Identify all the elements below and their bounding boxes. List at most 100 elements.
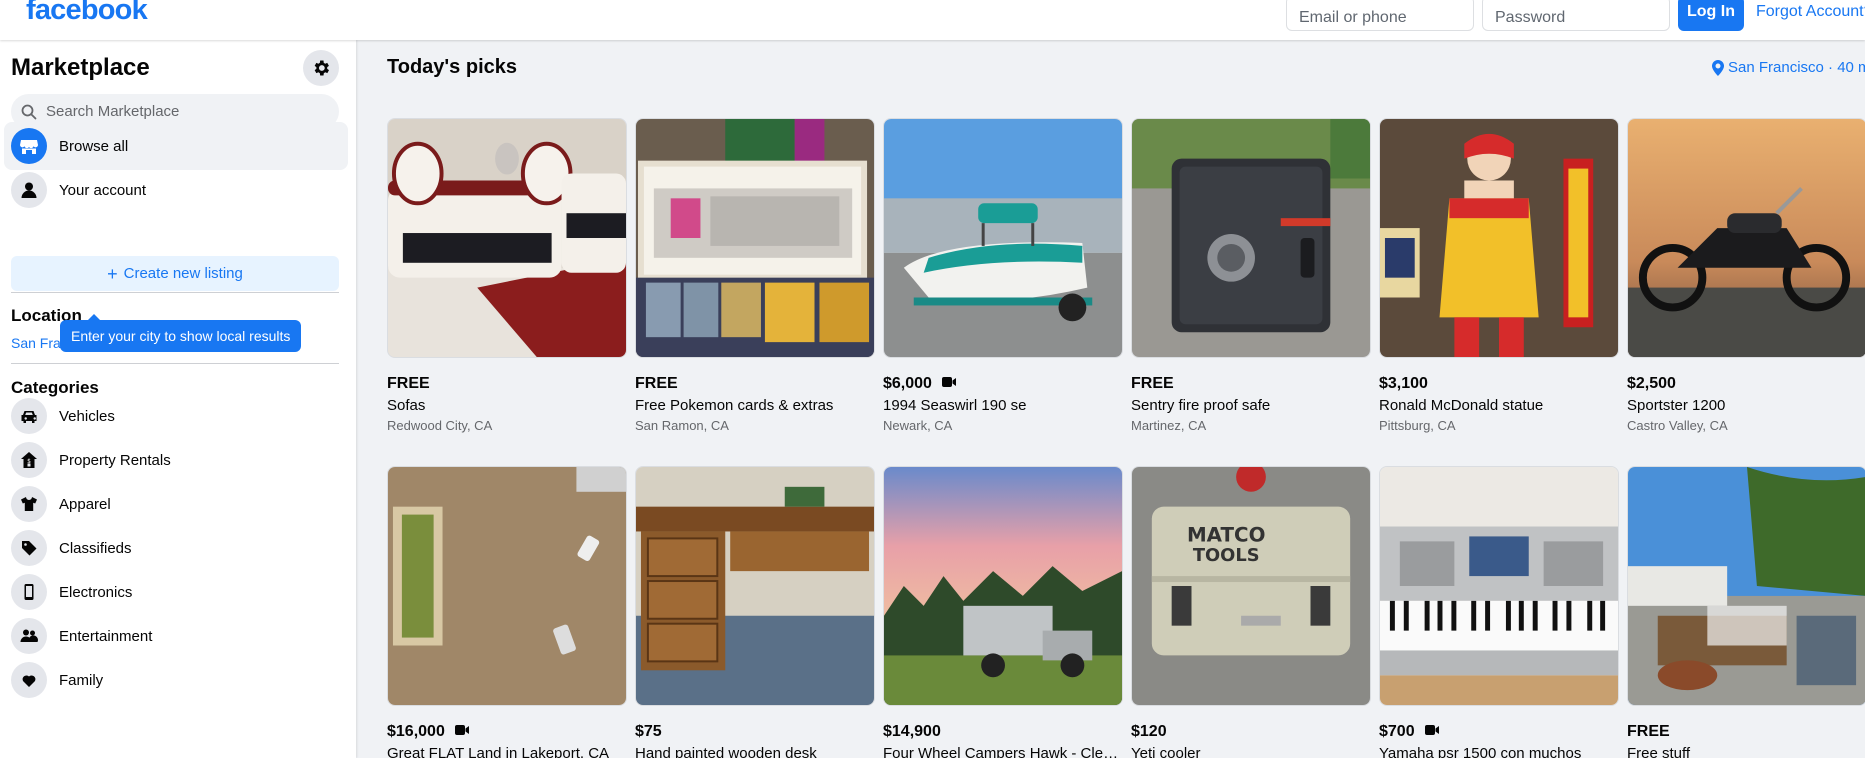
listing-card[interactable]: $6,000 1994 Seaswirl 190 se Newark, CA	[883, 118, 1123, 433]
listing-title: Yeti cooler	[1131, 745, 1201, 758]
listing-image[interactable]	[883, 466, 1123, 706]
location-filter[interactable]: San Francisco · 40 mi	[1711, 59, 1865, 76]
category-vehicles[interactable]: Vehicles	[4, 392, 348, 440]
car-icon	[11, 398, 47, 434]
listing-card[interactable]: $16,000 Great FLAT Land in Lakeport, CA	[387, 466, 627, 758]
listing-title: Sportster 1200	[1627, 397, 1726, 414]
category-label: Entertainment	[59, 627, 153, 645]
listing-title: Sofas	[387, 397, 426, 414]
listing-card[interactable]: FREE Sofas Redwood City, CA	[387, 118, 627, 433]
listing-card[interactable]: $2,500 Sportster 1200 Castro Valley, CA	[1627, 118, 1865, 433]
listing-card[interactable]: FREE Free Pokemon cards & extras San Ram…	[635, 118, 875, 433]
category-classifieds[interactable]: Classifieds	[4, 524, 348, 572]
listing-image[interactable]	[387, 466, 627, 706]
people-icon	[11, 618, 47, 654]
video-icon	[1424, 723, 1439, 741]
category-label: Apparel	[59, 495, 111, 513]
listing-title: Four Wheel Campers Hawk - Clean,	[883, 745, 1123, 758]
nav-browse-all-label: Browse all	[59, 137, 129, 155]
svg-text:$: $	[27, 458, 31, 465]
sidebar: Marketplace Search Marketplace Browse al…	[0, 40, 356, 758]
category-label: Classifieds	[59, 539, 132, 557]
nav-your-account[interactable]: Your account	[4, 166, 348, 214]
listing-price: $16,000	[387, 723, 445, 740]
listing-location: Castro Valley, CA	[1627, 418, 1728, 433]
phone-icon	[11, 574, 47, 610]
category-apparel[interactable]: Apparel	[4, 480, 348, 528]
listing-image[interactable]	[1627, 118, 1865, 358]
listing-location: Pittsburg, CA	[1379, 418, 1456, 433]
listing-location: San Ramon, CA	[635, 418, 729, 433]
video-icon	[454, 723, 469, 741]
divider	[11, 292, 339, 293]
login-button[interactable]: Log In	[1678, 0, 1744, 31]
page-title: Marketplace	[11, 54, 150, 81]
listing-title: Sentry fire proof safe	[1131, 397, 1271, 414]
house-icon: $	[11, 442, 47, 478]
gear-icon	[314, 60, 329, 76]
listing-image[interactable]	[635, 466, 875, 706]
plus-icon: +	[107, 263, 118, 284]
category-label: Family	[59, 671, 104, 689]
listing-price: $6,000	[883, 375, 932, 392]
listing-price: $3,100	[1379, 375, 1428, 392]
facebook-logo[interactable]: facebook	[26, 0, 148, 27]
listing-image[interactable]: MATCO TOOLS	[1131, 466, 1371, 706]
listing-location: Martinez, CA	[1131, 418, 1207, 433]
listing-title: Ronald McDonald statue	[1379, 397, 1544, 414]
listing-price: $700	[1379, 723, 1415, 740]
listing-image[interactable]	[1379, 118, 1619, 358]
nav-browse-all[interactable]: Browse all	[4, 122, 348, 170]
location-pin-icon	[1712, 59, 1724, 76]
listing-price: FREE	[387, 375, 430, 392]
listing-image[interactable]	[1131, 118, 1371, 358]
category-label: Electronics	[59, 583, 133, 601]
listing-price: FREE	[635, 375, 678, 392]
listing-card[interactable]: $14,900 Four Wheel Campers Hawk - Clean,	[883, 466, 1123, 758]
listing-location: Newark, CA	[883, 418, 953, 433]
storefront-icon	[11, 128, 47, 164]
svg-text:TOOLS: TOOLS	[1193, 545, 1260, 566]
category-entertainment[interactable]: Entertainment	[4, 612, 348, 660]
listing-image[interactable]	[1627, 466, 1865, 706]
search-icon	[21, 104, 37, 119]
person-icon	[11, 172, 47, 208]
listing-location: Redwood City, CA	[387, 418, 493, 433]
heart-icon	[11, 662, 47, 698]
category-family[interactable]: Family	[4, 656, 348, 704]
listing-image[interactable]	[635, 118, 875, 358]
listing-price: FREE	[1131, 375, 1174, 392]
location-tooltip: Enter your city to show local results	[60, 314, 302, 352]
divider	[11, 363, 339, 364]
listing-price: $14,900	[883, 723, 941, 740]
listing-card[interactable]: FREE Free stuff	[1627, 466, 1865, 758]
listing-image[interactable]	[1379, 466, 1619, 706]
location-filter-label: San Francisco · 40 mi	[1728, 59, 1865, 76]
listing-price: FREE	[1627, 723, 1670, 740]
listing-card[interactable]: $700 Yamaha psr 1500 con muchos	[1379, 466, 1619, 758]
category-label: Property Rentals	[59, 451, 171, 469]
shirt-icon	[11, 486, 47, 522]
listing-title: Free stuff	[1627, 745, 1691, 758]
listing-title: Great FLAT Land in Lakeport, CA	[387, 745, 610, 758]
listing-card[interactable]: $3,100 Ronald McDonald statue Pittsburg,…	[1379, 118, 1619, 433]
settings-button[interactable]	[303, 50, 339, 86]
listing-card[interactable]: FREE Sentry fire proof safe Martinez, CA	[1131, 118, 1371, 433]
tag-icon	[11, 530, 47, 566]
category-electronics[interactable]: Electronics	[4, 568, 348, 616]
listing-card[interactable]: MATCO TOOLS $120 Yeti cooler	[1131, 466, 1371, 758]
listing-image[interactable]	[883, 118, 1123, 358]
password-field[interactable]: Password	[1482, 0, 1670, 31]
listing-image[interactable]	[387, 118, 627, 358]
listing-title: Hand painted wooden desk	[635, 745, 817, 758]
listing-price: $120	[1131, 723, 1167, 740]
create-listing-button[interactable]: + Create new listing	[11, 256, 339, 291]
listing-card[interactable]: $75 Hand painted wooden desk	[635, 466, 875, 758]
forgot-account-link[interactable]: Forgot Account?	[1756, 3, 1865, 21]
video-icon	[941, 375, 956, 393]
main-content: Today's picks San Francisco · 40 mi FREE…	[356, 40, 1865, 758]
email-field[interactable]: Email or phone	[1286, 0, 1474, 31]
category-property-rentals[interactable]: $ Property Rentals	[4, 436, 348, 484]
listing-title: Free Pokemon cards & extras	[635, 397, 834, 414]
svg-text:MATCO: MATCO	[1187, 523, 1265, 546]
